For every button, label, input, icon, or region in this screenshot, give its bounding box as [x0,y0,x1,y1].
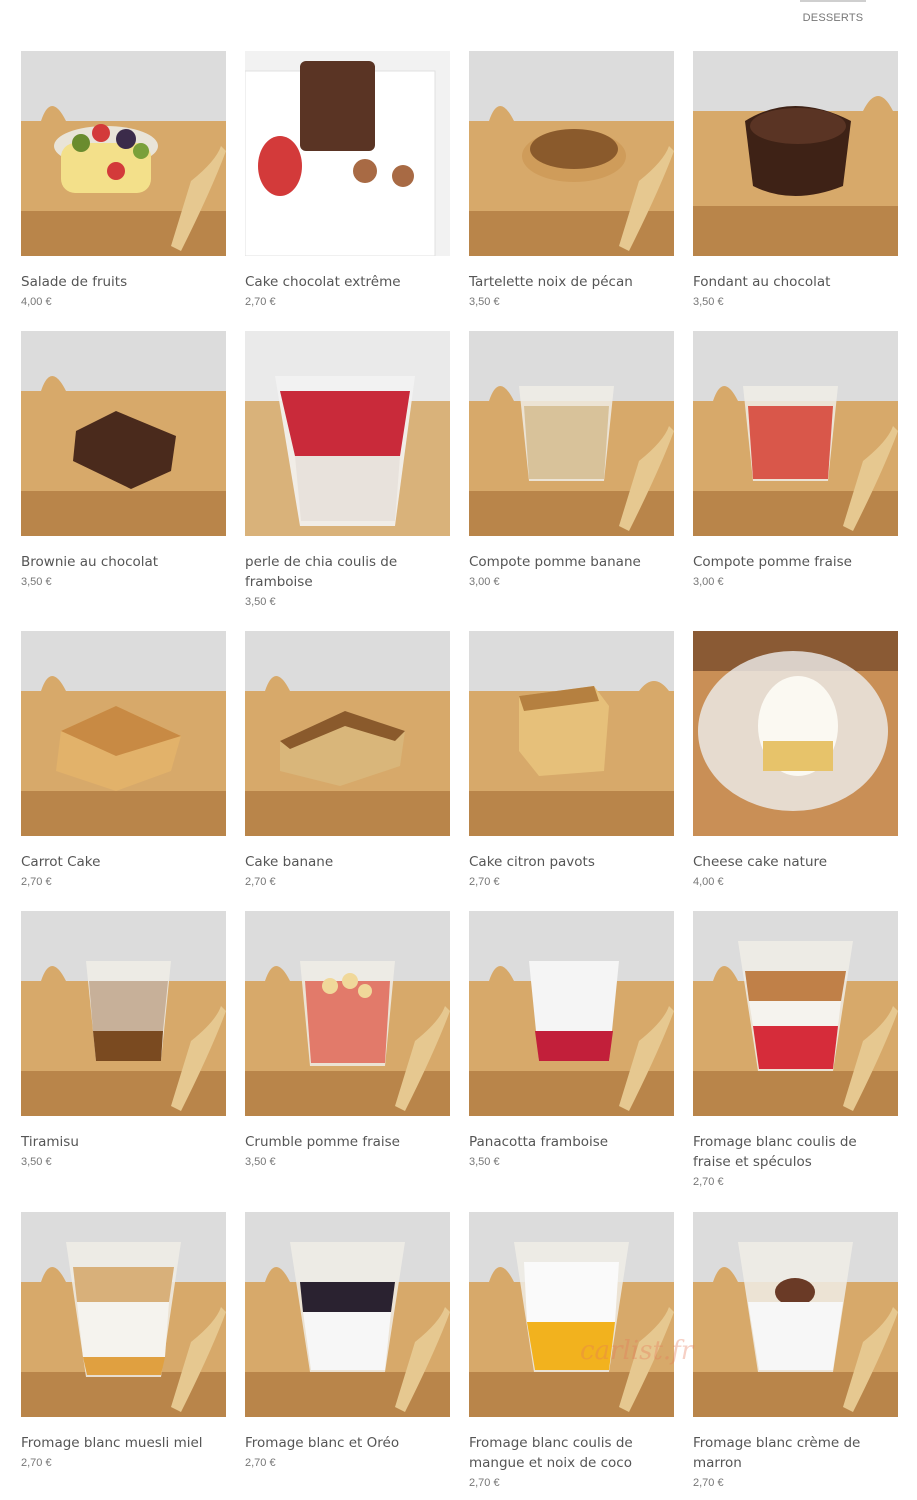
fromage-blanc-strawberry-cup-icon [693,911,898,1116]
watermark: carlist.fr [580,1336,694,1366]
product-price: 3,00 € [469,576,500,588]
product-name: Cheese cake nature [693,854,828,870]
product-price: 4,00 € [693,876,724,888]
product-name: Cake banane [245,854,334,870]
product-card[interactable]: perle de chia coulis de framboise 3,50 € [245,331,450,610]
product-price: 2,70 € [245,296,276,308]
fromage-blanc-muesli-cup-icon [21,1212,226,1417]
product-name: perle de chia coulis de framboise [245,554,398,590]
product-name: Fromage blanc crème de marron [693,1435,861,1471]
product-price: 3,50 € [245,596,276,608]
product-card[interactable]: Fromage blanc muesli miel 2,70 € [21,1212,226,1471]
product-card[interactable]: Cake citron pavots 2,70 € [469,631,674,890]
product-card[interactable]: Carrot Cake 2,70 € [21,631,226,890]
tab-desserts-label: DESSERTS [802,12,864,24]
product-card[interactable]: Crumble pomme fraise 3,50 € [245,911,450,1170]
product-name: Crumble pomme fraise [245,1134,400,1150]
product-name: Brownie au chocolat [21,554,159,570]
chocolate-cake-slice-icon [245,51,450,256]
panacotta-cup-icon [469,911,674,1116]
product-card[interactable]: Compote pomme fraise 3,00 € [693,331,898,590]
product-price: 3,50 € [693,296,724,308]
fruit-salad-cup-icon [21,51,226,256]
chocolate-fondant-icon [693,51,898,256]
product-card[interactable]: Fondant au chocolat 3,50 € [693,51,898,310]
apple-strawberry-compote-icon [693,331,898,536]
product-row: Tiramisu 3,50 € Crumble pomme fraise 3,5… [21,911,898,1188]
fromage-blanc-mango-cup-icon [469,1212,674,1417]
product-card[interactable]: Fromage blanc et Oréo 2,70 € [245,1212,450,1471]
product-name: Cake citron pavots [469,854,595,870]
product-name: Fromage blanc coulis de mangue et noix d… [469,1435,633,1471]
product-price: 3,00 € [693,576,724,588]
product-name: Compote pomme fraise [693,554,852,570]
product-price: 4,00 € [21,296,52,308]
product-card[interactable]: Panacotta framboise 3,50 € [469,911,674,1170]
product-name: Fromage blanc coulis de fraise et spécul… [693,1134,857,1170]
chia-raspberry-cup-icon [245,331,450,536]
product-row: Carrot Cake 2,70 € Cake banane 2,70 € Ca… [21,631,898,891]
product-name: Tiramisu [21,1134,79,1150]
product-price: 3,50 € [469,296,500,308]
active-tab-indicator [800,0,866,2]
product-card[interactable]: Fromage blanc crème de marron 2,70 € [693,1212,898,1491]
product-name: Cake chocolat extrême [245,274,401,290]
fromage-blanc-chestnut-cup-icon [693,1212,898,1417]
product-price: 2,70 € [245,1457,276,1469]
product-name: Fondant au chocolat [693,274,831,290]
product-name: Salade de fruits [21,274,128,290]
product-card[interactable]: Brownie au chocolat 3,50 € [21,331,226,590]
product-card[interactable]: Cheese cake nature 4,00 € [693,631,898,890]
banana-cake-slice-icon [245,631,450,836]
product-price: 2,70 € [469,1477,500,1489]
product-name: Fromage blanc muesli miel [21,1435,203,1451]
product-card[interactable]: Salade de fruits 4,00 € [21,51,226,310]
product-price: 2,70 € [21,1457,52,1469]
product-price: 3,50 € [21,576,52,588]
product-row: Fromage blanc muesli miel 2,70 € Fromage… [21,1212,898,1489]
product-price: 3,50 € [21,1156,52,1168]
product-name: Carrot Cake [21,854,101,870]
apple-banana-compote-icon [469,331,674,536]
product-row: Brownie au chocolat 3,50 € perle de chia… [21,331,898,608]
crumble-cup-icon [245,911,450,1116]
carrot-cake-slice-icon [21,631,226,836]
product-name: Fromage blanc et Oréo [245,1435,400,1451]
product-card[interactable]: Cake banane 2,70 € [245,631,450,890]
product-card[interactable]: Compote pomme banane 3,00 € [469,331,674,590]
cheesecake-icon [693,631,898,836]
product-name: Tartelette noix de pécan [469,274,633,290]
product-price: 2,70 € [693,1477,724,1489]
product-price: 2,70 € [21,876,52,888]
tab-desserts[interactable]: DESSERTS [800,0,866,32]
product-price: 3,50 € [245,1156,276,1168]
brownie-icon [21,331,226,536]
product-price: 3,50 € [469,1156,500,1168]
product-card[interactable]: Fromage blanc coulis de fraise et spécul… [693,911,898,1190]
product-row: Salade de fruits 4,00 € Cake chocolat ex… [21,51,898,311]
pecan-tart-icon [469,51,674,256]
tiramisu-cup-icon [21,911,226,1116]
product-price: 2,70 € [693,1176,724,1188]
product-name: Compote pomme banane [469,554,641,570]
product-price: 2,70 € [469,876,500,888]
product-name: Panacotta framboise [469,1134,609,1150]
fromage-blanc-oreo-cup-icon [245,1212,450,1417]
product-card[interactable]: Cake chocolat extrême 2,70 € [245,51,450,310]
lemon-poppy-cake-icon [469,631,674,836]
product-card[interactable]: Tartelette noix de pécan 3,50 € [469,51,674,310]
product-card[interactable]: Tiramisu 3,50 € [21,911,226,1170]
product-price: 2,70 € [245,876,276,888]
top-navigation: DESSERTS [0,0,917,32]
